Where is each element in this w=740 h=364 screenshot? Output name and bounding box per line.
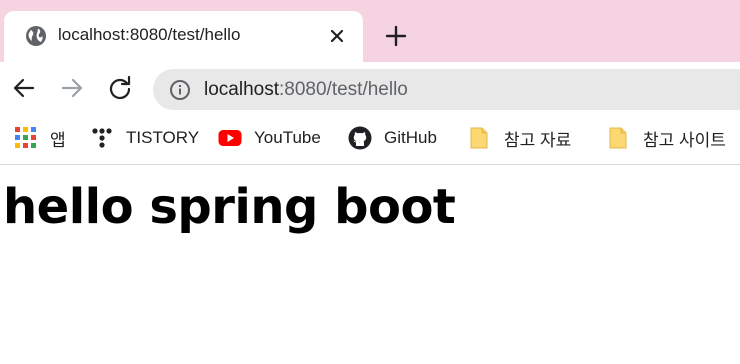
- url-host: localhost: [204, 79, 279, 100]
- url-path: :8080/test/hello: [279, 79, 408, 100]
- toolbar: localhost:8080/test/hello: [0, 62, 740, 116]
- bookmark-folder-reference[interactable]: 참고 자료: [468, 124, 571, 152]
- bookmark-label: 참고 자료: [504, 130, 572, 150]
- tistory-icon: [92, 128, 112, 148]
- url-text[interactable]: localhost:8080/test/hello: [204, 79, 408, 101]
- youtube-icon: [218, 130, 242, 146]
- page-heading: hello spring boot: [3, 179, 456, 235]
- bookmark-apps[interactable]: 앱: [14, 124, 66, 152]
- apps-grid-icon: [15, 127, 36, 148]
- bookmark-label: GitHub: [384, 128, 437, 147]
- new-tab-icon[interactable]: [382, 22, 410, 50]
- folder-icon: [609, 127, 627, 149]
- tab-title: localhost:8080/test/hello: [58, 25, 241, 44]
- globe-icon: [26, 26, 46, 46]
- address-bar[interactable]: localhost:8080/test/hello: [153, 69, 740, 110]
- back-icon[interactable]: [10, 74, 38, 102]
- folder-icon: [470, 127, 488, 149]
- active-tab[interactable]: localhost:8080/test/hello: [4, 11, 363, 62]
- bookmark-label: 참고 사이트: [643, 130, 726, 150]
- reload-icon[interactable]: [106, 74, 134, 102]
- bookmark-github[interactable]: GitHub: [348, 124, 437, 152]
- page-content: hello spring boot: [0, 165, 740, 364]
- site-info-icon[interactable]: [169, 79, 191, 101]
- forward-icon[interactable]: [58, 74, 86, 102]
- bookmark-tistory[interactable]: TISTORY: [90, 124, 199, 152]
- github-icon: [348, 126, 372, 150]
- bookmark-folder-sites[interactable]: 참고 사이트: [607, 124, 726, 152]
- tab-strip: localhost:8080/test/hello: [0, 0, 740, 62]
- bookmark-label: 앱: [50, 130, 66, 150]
- bookmark-label: YouTube: [254, 128, 321, 147]
- bookmark-youtube[interactable]: YouTube: [218, 124, 321, 152]
- close-tab-icon[interactable]: [324, 23, 350, 49]
- bookmarks-bar: 앱 TISTORY YouTube GitHub 참고 자료 참고 사이트: [0, 116, 740, 165]
- bookmark-label: TISTORY: [126, 128, 200, 147]
